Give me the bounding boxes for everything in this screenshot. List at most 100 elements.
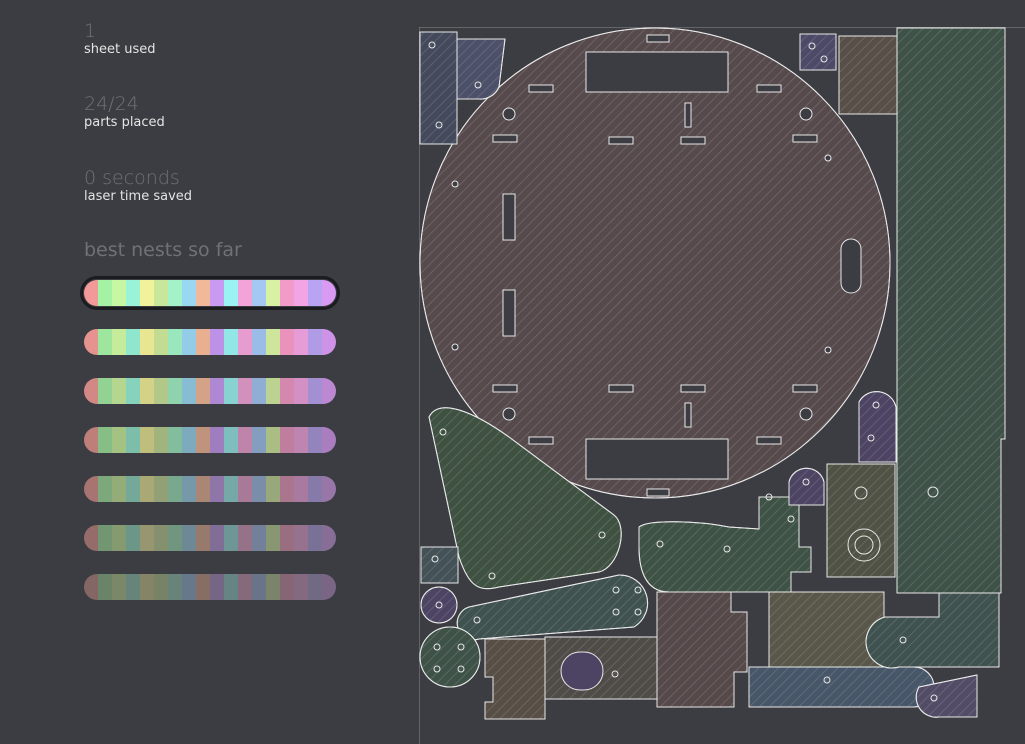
- nest-color-stripe: [224, 427, 238, 453]
- nest-color-stripe: [294, 280, 308, 306]
- nest-color-stripe: [224, 525, 238, 551]
- nest-color-stripe: [140, 280, 154, 306]
- nest-color-stripe: [224, 574, 238, 600]
- nest-color-stripe: [252, 476, 266, 502]
- nest-color-stripe: [252, 574, 266, 600]
- nest-color-stripe: [154, 574, 168, 600]
- nest-color-stripe: [252, 280, 266, 306]
- nest-color-stripe: [112, 574, 126, 600]
- nest-color-stripe: [168, 525, 182, 551]
- nest-color-stripe: [266, 427, 280, 453]
- nest-color-stripe: [182, 574, 196, 600]
- nest-color-stripe: [252, 329, 266, 355]
- nest-color-stripe: [140, 329, 154, 355]
- nest-color-stripe: [294, 525, 308, 551]
- nest-color-stripe: [154, 427, 168, 453]
- nest-color-stripe: [238, 525, 252, 551]
- nest-color-stripe: [140, 427, 154, 453]
- nest-color-stripe: [84, 329, 98, 355]
- nest-color-stripe: [210, 427, 224, 453]
- nest-color-stripe: [126, 525, 140, 551]
- nest-color-stripe: [112, 378, 126, 404]
- nest-option-7[interactable]: [84, 574, 336, 600]
- nest-color-stripe: [112, 525, 126, 551]
- nest-color-stripe: [210, 476, 224, 502]
- nest-color-stripe: [252, 525, 266, 551]
- nest-color-stripe: [308, 378, 322, 404]
- nest-color-stripe: [266, 378, 280, 404]
- nest-color-stripe: [238, 378, 252, 404]
- nest-color-stripe: [224, 329, 238, 355]
- nest-color-stripe: [294, 427, 308, 453]
- nest-color-stripe: [84, 476, 98, 502]
- nest-color-stripe: [98, 378, 112, 404]
- nest-color-stripe: [154, 378, 168, 404]
- nest-option-3[interactable]: [84, 378, 336, 404]
- stat-value: 1: [84, 20, 97, 42]
- nest-color-stripe: [84, 280, 98, 306]
- nest-color-stripe: [98, 574, 112, 600]
- nest-color-stripe: [84, 525, 98, 551]
- stat-parts-placed: 24/24 parts placed: [84, 93, 165, 131]
- nest-option-5[interactable]: [84, 476, 336, 502]
- nest-option-2[interactable]: [84, 329, 336, 355]
- nest-color-stripe: [224, 476, 238, 502]
- nest-color-stripe: [154, 280, 168, 306]
- stat-value: 24/24: [84, 93, 139, 115]
- nest-color-stripe: [126, 280, 140, 306]
- stat-label: laser time saved: [84, 189, 193, 204]
- nest-color-stripe: [294, 378, 308, 404]
- nest-color-stripe: [308, 476, 322, 502]
- nest-color-stripe: [98, 329, 112, 355]
- nest-color-stripe: [196, 280, 210, 306]
- nest-color-stripe: [210, 280, 224, 306]
- nest-color-stripe: [84, 378, 98, 404]
- nest-color-stripe: [252, 378, 266, 404]
- stat-sheets-used: 1 sheet used: [84, 20, 156, 58]
- nest-color-stripe: [322, 476, 336, 502]
- nest-color-stripe: [224, 378, 238, 404]
- nest-color-stripe: [98, 525, 112, 551]
- nest-color-stripe: [266, 476, 280, 502]
- nest-color-stripe: [182, 378, 196, 404]
- nest-color-stripe: [140, 525, 154, 551]
- nest-color-stripe: [322, 427, 336, 453]
- nest-color-stripe: [154, 329, 168, 355]
- nest-color-stripe: [196, 427, 210, 453]
- nest-color-stripe: [238, 574, 252, 600]
- nest-color-stripe: [238, 329, 252, 355]
- nest-color-stripe: [126, 378, 140, 404]
- nest-color-stripe: [112, 427, 126, 453]
- nest-option-6[interactable]: [84, 525, 336, 551]
- nest-color-stripe: [308, 329, 322, 355]
- stat-label: sheet used: [84, 42, 156, 57]
- nest-color-stripe: [140, 574, 154, 600]
- nest-color-stripe: [280, 280, 294, 306]
- nest-color-stripe: [266, 280, 280, 306]
- nest-color-stripe: [210, 378, 224, 404]
- stat-label: parts placed: [84, 115, 165, 130]
- nest-color-stripe: [168, 427, 182, 453]
- nest-color-stripe: [98, 427, 112, 453]
- nest-color-stripe: [140, 476, 154, 502]
- nest-color-stripe: [196, 329, 210, 355]
- nest-color-stripe: [196, 476, 210, 502]
- nest-color-stripe: [126, 427, 140, 453]
- nest-option-1[interactable]: [80, 276, 340, 310]
- nest-color-stripe: [84, 427, 98, 453]
- part-tall-plate: [896, 27, 1006, 594]
- nest-color-stripe: [280, 574, 294, 600]
- nest-color-stripe: [168, 574, 182, 600]
- nest-color-stripe: [322, 280, 336, 306]
- nest-color-stripe: [280, 427, 294, 453]
- nest-color-stripe: [168, 280, 182, 306]
- nest-color-stripe: [182, 329, 196, 355]
- nest-color-stripe: [322, 574, 336, 600]
- stat-laser-time-saved: 0 seconds laser time saved: [84, 167, 192, 205]
- nest-color-stripe: [210, 574, 224, 600]
- nest-color-stripe: [112, 280, 126, 306]
- nest-color-stripe: [154, 476, 168, 502]
- nest-option-4[interactable]: [84, 427, 336, 453]
- nest-color-stripe: [168, 329, 182, 355]
- nest-color-stripe: [140, 378, 154, 404]
